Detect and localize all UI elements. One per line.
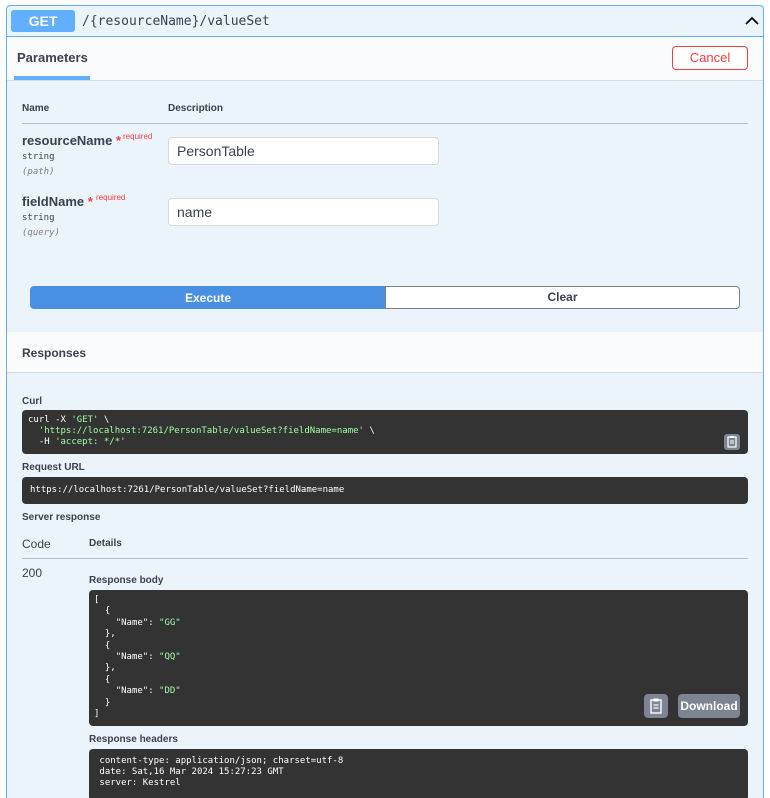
param-location: (query) — [22, 228, 60, 238]
body-line: ] — [94, 709, 100, 720]
tab-active-indicator — [14, 76, 90, 80]
server-response-label: Server response — [22, 512, 101, 523]
tab-parameters[interactable]: Parameters — [17, 50, 88, 65]
operation-path: /{resourceName}/valueSet — [82, 14, 270, 29]
required-star: * — [84, 194, 93, 209]
column-header-name: Name — [22, 103, 50, 114]
header-line: server: Kestrel — [94, 778, 181, 788]
response-body-label: Response body — [89, 575, 164, 586]
download-button[interactable]: Download — [678, 694, 740, 718]
column-header-description: Description — [168, 103, 224, 114]
body-line: }, — [94, 629, 116, 640]
response-headers-block[interactable]: content-type: application/json; charset=… — [89, 749, 748, 798]
code-column-header: Code — [22, 537, 51, 551]
parameters-header: Parameters Cancel — [7, 37, 763, 81]
param-type: string — [22, 152, 55, 162]
response-table-divider — [22, 558, 748, 559]
curl-label: Curl — [22, 396, 42, 407]
body-line: }, — [94, 663, 116, 674]
response-headers-label: Response headers — [89, 734, 178, 745]
chevron-up-icon[interactable] — [745, 14, 759, 28]
body-line: { — [94, 640, 111, 651]
operation-block: GET /{resourceName}/valueSet Parameters … — [6, 5, 764, 798]
resourceName-input[interactable]: PersonTable — [168, 137, 439, 165]
required-label: required — [123, 132, 153, 141]
clear-button[interactable]: Clear — [385, 286, 740, 309]
parameters-divider — [22, 123, 748, 124]
header-line: content-type: application/json; charset=… — [94, 756, 344, 766]
param-name-resourceName: resourceName * — [22, 133, 121, 148]
required-label: required — [96, 193, 126, 202]
param-type: string — [22, 213, 55, 223]
curl-block[interactable]: curl -X 'GET' \ 'https://localhost:7261/… — [22, 410, 748, 454]
cancel-button[interactable]: Cancel — [672, 46, 748, 70]
clipboard-icon — [650, 698, 662, 714]
required-star: * — [112, 133, 121, 148]
copy-body-button[interactable] — [644, 694, 668, 718]
body-line: "Name": "DD" — [115, 686, 181, 697]
clipboard-icon — [727, 436, 737, 448]
details-column-header: Details — [89, 538, 122, 549]
responses-header: Responses — [7, 332, 763, 373]
param-name-fieldName: fieldName * — [22, 194, 93, 209]
body-line: "Name": "QQ" — [115, 652, 181, 663]
body-line: { — [94, 674, 111, 685]
header-line: date: Sat,16 Mar 2024 15:27:23 GMT — [94, 767, 284, 777]
response-code: 200 — [22, 566, 43, 580]
execute-button[interactable]: Execute — [30, 286, 386, 309]
body-line: { — [94, 606, 111, 617]
request-url-block[interactable]: https://localhost:7261/PersonTable/value… — [22, 477, 748, 504]
fieldName-input[interactable]: name — [168, 198, 439, 226]
param-location: (path) — [22, 167, 55, 177]
responses-title: Responses — [22, 346, 87, 360]
method-badge: GET — [11, 10, 75, 32]
request-url-label: Request URL — [22, 462, 85, 473]
body-line: } — [94, 697, 111, 708]
body-line: "Name": "GG" — [115, 617, 181, 628]
body-line: [ — [94, 595, 100, 605]
copy-curl-button[interactable] — [724, 434, 740, 450]
operation-summary[interactable]: GET /{resourceName}/valueSet — [7, 6, 763, 37]
